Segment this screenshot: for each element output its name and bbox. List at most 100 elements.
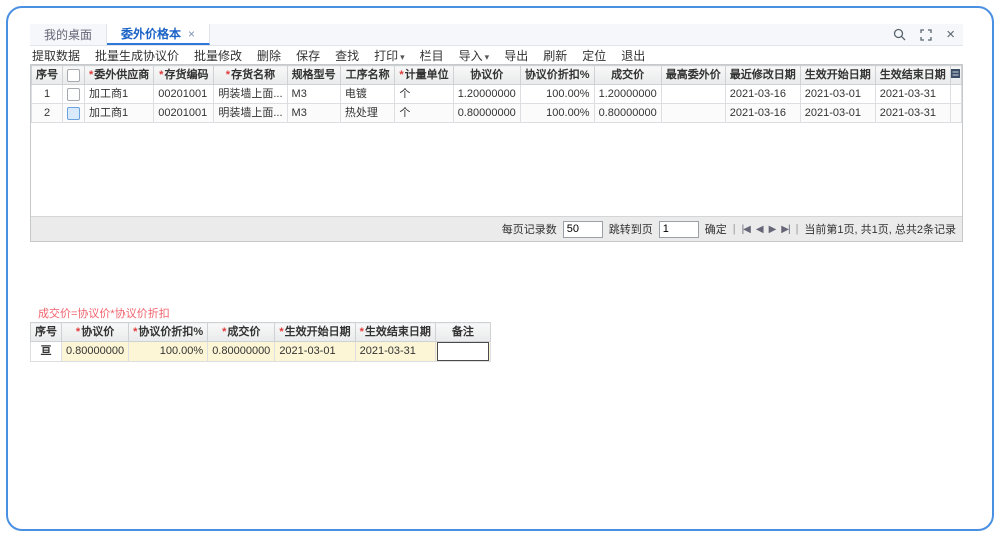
- row-checkbox[interactable]: [67, 107, 80, 120]
- row-checkbox[interactable]: [67, 88, 80, 101]
- prev-page-icon[interactable]: ◀: [756, 224, 763, 235]
- col-select-all: [63, 66, 85, 85]
- print-label: 打印: [374, 49, 398, 63]
- detail-grid: 序号 *协议价 *协议价折扣% *成交价 *生效开始日期 *生效结束日期 备注 …: [30, 322, 491, 362]
- batch-modify-button[interactable]: 批量修改: [194, 47, 242, 64]
- cell-end-date: 2021-03-31: [875, 85, 950, 104]
- cell-discount: 100.00%: [520, 85, 594, 104]
- cell-supplier: 加工商1: [85, 104, 154, 123]
- cell-start-date[interactable]: 2021-03-01: [275, 342, 355, 362]
- cell-settings: [950, 104, 961, 123]
- main-grid-panel: 序号 *委外供应商 *存货编码 *存货名称 规格型号 工序名称 *计量单位 协议…: [30, 64, 963, 242]
- first-page-icon[interactable]: |◀: [742, 224, 750, 235]
- locate-button[interactable]: 定位: [582, 47, 606, 64]
- page-size-input[interactable]: [563, 221, 603, 238]
- cell-item-name: 明装墙上面...: [214, 85, 287, 104]
- grid-settings-icon[interactable]: [951, 69, 960, 81]
- formula-hint: 成交价=协议价*协议价折扣: [38, 305, 170, 321]
- export-button[interactable]: 导出: [504, 47, 528, 64]
- search-icon[interactable]: [893, 28, 906, 41]
- note-input[interactable]: [437, 342, 489, 361]
- columns-button[interactable]: 栏目: [420, 47, 444, 64]
- cell-deal-price[interactable]: 0.80000000: [208, 342, 275, 362]
- tab-bar: 我的桌面 委外价格本 × ×: [30, 24, 963, 46]
- cell-discount: 100.00%: [520, 104, 594, 123]
- select-all-checkbox[interactable]: [67, 69, 80, 82]
- exit-button[interactable]: 退出: [621, 47, 645, 64]
- cell-deal-price: 1.20000000: [594, 85, 661, 104]
- cell-select: [63, 104, 85, 123]
- col-spec: 规格型号: [287, 66, 340, 85]
- batch-generate-price-button[interactable]: 批量生成协议价: [95, 47, 179, 64]
- extract-data-button[interactable]: 提取数据: [32, 47, 80, 64]
- col-seq: 序号: [32, 66, 63, 85]
- pagination-bar: 每页记录数 跳转到页 确定 | |◀ ◀ ▶ ▶| | 当前第1页, 共1页, …: [31, 216, 962, 241]
- separator: |: [796, 223, 799, 235]
- header-row: 序号 *协议价 *协议价折扣% *成交价 *生效开始日期 *生效结束日期 备注: [31, 323, 491, 342]
- cell-end-date[interactable]: 2021-03-31: [355, 342, 435, 362]
- close-icon[interactable]: ×: [946, 29, 955, 41]
- edit-row-icon: 亘: [41, 345, 52, 357]
- cell-agreed-price[interactable]: 0.80000000: [62, 342, 129, 362]
- table-row[interactable]: 亘 0.80000000 100.00% 0.80000000 2021-03-…: [31, 342, 491, 362]
- col-end-date: 生效结束日期: [875, 66, 950, 85]
- save-button[interactable]: 保存: [296, 47, 320, 64]
- cell-supplier: 加工商1: [85, 85, 154, 104]
- separator: |: [733, 223, 736, 235]
- window-controls: ×: [893, 24, 963, 45]
- table-row[interactable]: 2 加工商1 00201001 明装墙上面... M3 热处理 个 0.8000…: [32, 104, 962, 123]
- cell-process: 热处理: [340, 104, 395, 123]
- goto-page-input[interactable]: [659, 221, 699, 238]
- cell-discount[interactable]: 100.00%: [129, 342, 208, 362]
- tab-label: 我的桌面: [44, 26, 92, 43]
- tab-label: 委外价格本: [121, 25, 181, 42]
- chevron-down-icon: ▾: [485, 52, 490, 62]
- table-row[interactable]: 1 加工商1 00201001 明装墙上面... M3 电镀 个 1.20000…: [32, 85, 962, 104]
- cell-agreed-price: 0.80000000: [453, 104, 520, 123]
- cell-seq: 1: [32, 85, 63, 104]
- col-discount: *协议价折扣%: [129, 323, 208, 342]
- cell-seq: 2: [32, 104, 63, 123]
- delete-button[interactable]: 删除: [257, 47, 281, 64]
- cell-process: 电镀: [340, 85, 395, 104]
- confirm-button[interactable]: 确定: [705, 221, 727, 237]
- maximize-icon[interactable]: [920, 29, 932, 41]
- col-start-date: 生效开始日期: [800, 66, 875, 85]
- cell-unit: 个: [395, 85, 453, 104]
- col-agreed-price: 协议价: [453, 66, 520, 85]
- cell-settings: [950, 85, 961, 104]
- last-page-icon[interactable]: ▶|: [781, 224, 789, 235]
- tab-outsourcing-price-book[interactable]: 委外价格本 ×: [107, 24, 210, 45]
- cell-max-price: [661, 104, 725, 123]
- cell-item-name: 明装墙上面...: [214, 104, 287, 123]
- header-row: 序号 *委外供应商 *存货编码 *存货名称 规格型号 工序名称 *计量单位 协议…: [32, 66, 962, 85]
- find-button[interactable]: 查找: [335, 47, 359, 64]
- cell-modified-date: 2021-03-16: [725, 104, 800, 123]
- cell-modified-date: 2021-03-16: [725, 85, 800, 104]
- col-supplier: *委外供应商: [85, 66, 154, 85]
- cell-start-date: 2021-03-01: [800, 104, 875, 123]
- cell-item-code: 00201001: [154, 104, 214, 123]
- cell-unit: 个: [395, 104, 453, 123]
- import-label: 导入: [459, 49, 483, 63]
- detail-grid-panel: 序号 *协议价 *协议价折扣% *成交价 *生效开始日期 *生效结束日期 备注 …: [30, 322, 491, 362]
- col-deal-price: 成交价: [594, 66, 661, 85]
- col-max-price: 最高委外价: [661, 66, 725, 85]
- cell-spec: M3: [287, 85, 340, 104]
- col-seq: 序号: [31, 323, 62, 342]
- col-item-code: *存货编码: [154, 66, 214, 85]
- chevron-down-icon: ▾: [400, 52, 405, 62]
- next-page-icon[interactable]: ▶: [769, 224, 776, 235]
- print-menu-button[interactable]: 打印▾: [374, 47, 405, 64]
- import-menu-button[interactable]: 导入▾: [459, 47, 490, 64]
- col-note: 备注: [435, 323, 490, 342]
- cell-start-date: 2021-03-01: [800, 85, 875, 104]
- cell-end-date: 2021-03-31: [875, 104, 950, 123]
- page-size-label: 每页记录数: [502, 221, 557, 237]
- tab-close-icon[interactable]: ×: [188, 27, 195, 41]
- col-start-date: *生效开始日期: [275, 323, 355, 342]
- tab-my-desktop[interactable]: 我的桌面: [30, 24, 107, 45]
- cell-deal-price: 0.80000000: [594, 104, 661, 123]
- toolbar: 提取数据 批量生成协议价 批量修改 删除 保存 查找 打印▾ 栏目 导入▾ 导出…: [32, 46, 645, 64]
- refresh-button[interactable]: 刷新: [543, 47, 567, 64]
